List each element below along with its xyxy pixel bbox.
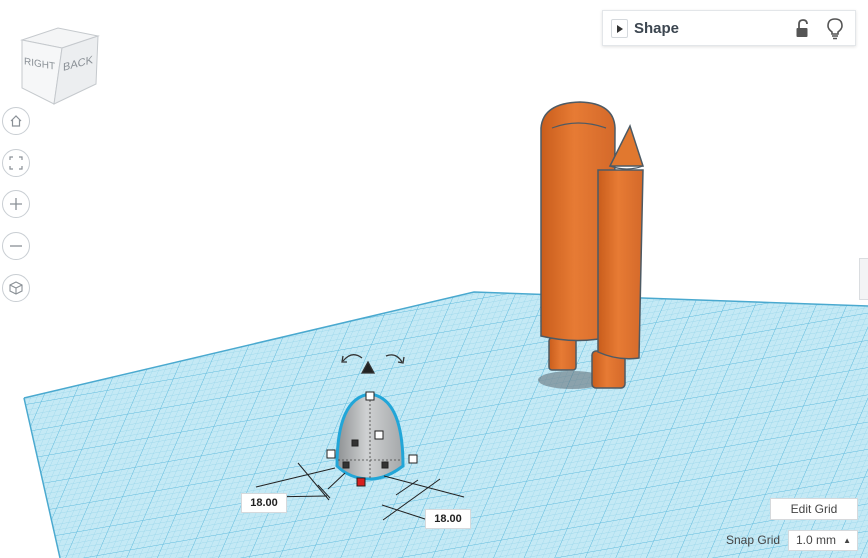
home-view-button[interactable] [2, 107, 30, 135]
perspective-cube-icon [9, 281, 23, 295]
plus-icon [10, 198, 22, 210]
caret-up-icon: ▲ [843, 536, 851, 545]
snap-grid-label: Snap Grid [726, 533, 781, 547]
width-dimension-field[interactable]: 18.00 [241, 493, 287, 513]
minus-icon [10, 245, 22, 247]
workplane-scene[interactable] [0, 0, 868, 558]
side-panel-tab[interactable] [859, 258, 868, 300]
depth-dimension-field[interactable]: 18.00 [425, 509, 471, 529]
view-cube[interactable]: RIGHT BACK [18, 26, 102, 106]
fit-view-button[interactable] [2, 149, 30, 177]
snap-grid-value: 1.0 mm [796, 533, 837, 547]
perspective-toggle-button[interactable] [2, 274, 30, 302]
zoom-in-button[interactable] [2, 190, 30, 218]
unlock-icon[interactable] [795, 19, 811, 39]
fit-all-icon [9, 156, 23, 170]
snap-grid-select[interactable]: 1.0 mm ▲ [788, 530, 858, 551]
shape-inspector-panel: Shape [602, 10, 856, 46]
panel-title: Shape [634, 20, 680, 37]
zoom-out-button[interactable] [2, 232, 30, 260]
home-icon [10, 115, 22, 127]
lightbulb-icon[interactable] [827, 18, 843, 40]
panel-expand-toggle[interactable] [611, 19, 628, 38]
triangle-right-icon [616, 24, 623, 33]
edit-grid-button[interactable]: Edit Grid [770, 498, 858, 520]
